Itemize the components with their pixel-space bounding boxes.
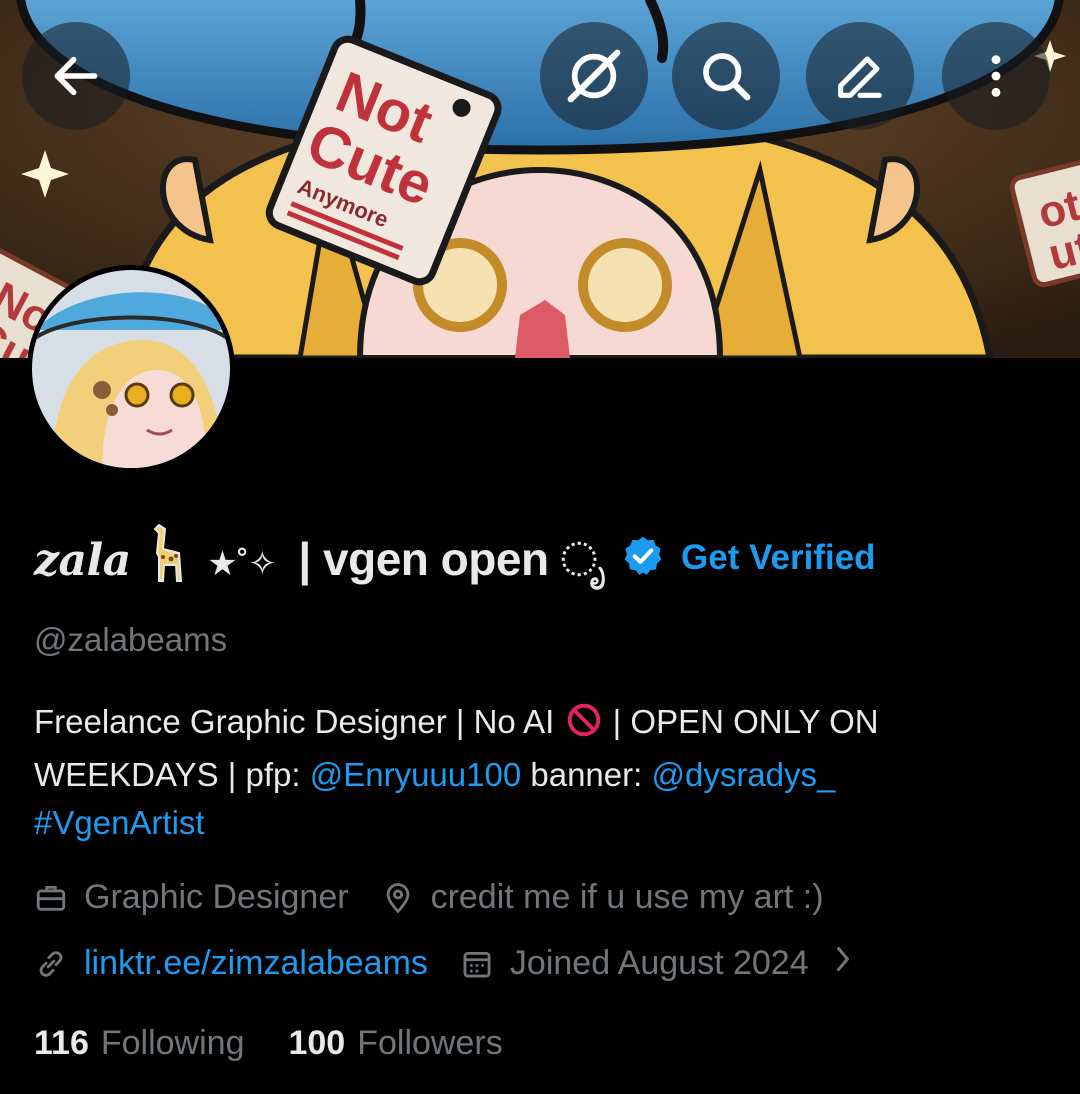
bio-text-2a: WEEKDAYS | pfp: bbox=[34, 756, 301, 793]
following-count-link[interactable]: 116 Following bbox=[34, 1024, 244, 1063]
following-label: Following bbox=[100, 1024, 245, 1062]
no-entry-emoji-icon bbox=[566, 702, 602, 751]
giraffe-emoji-icon bbox=[149, 523, 189, 594]
profile-meta-row-1: Graphic Designer credit me if u use my a… bbox=[34, 878, 824, 917]
bio-hashtag-link[interactable]: #VgenArtist bbox=[34, 804, 205, 841]
location-item: credit me if u use my art :) bbox=[381, 878, 824, 917]
bio-mention-pfp-link[interactable]: @Enryuuu100 bbox=[310, 756, 521, 793]
calendar-icon bbox=[460, 947, 494, 981]
edit-button[interactable] bbox=[806, 22, 914, 130]
display-name: zala ★˚✧ | vgen open ೃ bbox=[34, 523, 606, 594]
location-pin-icon bbox=[381, 881, 415, 915]
joined-text: Joined August 2024 bbox=[509, 944, 809, 982]
link-icon bbox=[34, 947, 68, 981]
verified-badge-icon[interactable] bbox=[621, 534, 665, 583]
location-text: credit me if u use my art :) bbox=[430, 878, 824, 916]
display-name-rest: | vgen open ೃ bbox=[298, 532, 606, 585]
website-item[interactable]: linktr.ee/zimzalabeams bbox=[34, 944, 428, 983]
profile-meta-row-2: linktr.ee/zimzalabeams Joined August 202… bbox=[34, 944, 855, 983]
profile-handle: @zalabeams bbox=[34, 621, 228, 658]
profile-bio: Freelance Graphic Designer | No AI | OPE… bbox=[34, 698, 1044, 847]
edit-icon bbox=[831, 47, 889, 105]
followers-count: 100 bbox=[288, 1024, 346, 1062]
display-name-script: zala bbox=[34, 534, 131, 586]
bio-line-2: WEEKDAYS | pfp: @Enryuuu100 banner: @dys… bbox=[34, 751, 1044, 799]
arrow-left-icon bbox=[48, 48, 104, 104]
display-name-stars: ★˚✧ bbox=[207, 544, 277, 583]
get-verified-link[interactable]: Get Verified bbox=[681, 538, 876, 578]
grok-icon bbox=[563, 45, 625, 107]
follow-counts: 116 Following 100 Followers bbox=[34, 1024, 503, 1063]
chevron-right-icon bbox=[831, 944, 855, 983]
more-button[interactable] bbox=[942, 22, 1050, 130]
bio-mention-banner-link[interactable]: @dysradys_ bbox=[651, 756, 835, 793]
avatar[interactable] bbox=[27, 265, 235, 473]
briefcase-icon bbox=[34, 881, 68, 915]
followers-label: Followers bbox=[357, 1024, 503, 1062]
followers-count-link[interactable]: 100 Followers bbox=[288, 1024, 502, 1063]
back-button[interactable] bbox=[22, 22, 130, 130]
bio-text-2b: banner: bbox=[530, 756, 643, 793]
bio-line-3: #VgenArtist bbox=[34, 799, 1044, 847]
bio-text-1b: | OPEN ONLY ON bbox=[612, 703, 879, 740]
grok-button[interactable] bbox=[540, 22, 648, 130]
bio-text-1a: Freelance Graphic Designer | No AI bbox=[34, 703, 555, 740]
more-vertical-icon bbox=[968, 48, 1024, 104]
profession-text: Graphic Designer bbox=[84, 878, 349, 916]
following-count: 116 bbox=[34, 1024, 89, 1062]
website-link[interactable]: linktr.ee/zimzalabeams bbox=[84, 944, 428, 983]
search-icon bbox=[696, 46, 756, 106]
joined-item[interactable]: Joined August 2024 bbox=[460, 944, 855, 983]
bio-line-1: Freelance Graphic Designer | No AI | OPE… bbox=[34, 698, 1044, 751]
profile-name-row: zala ★˚✧ | vgen open ೃ Get Verified bbox=[34, 520, 876, 596]
profession-item: Graphic Designer bbox=[34, 878, 349, 917]
search-button[interactable] bbox=[672, 22, 780, 130]
